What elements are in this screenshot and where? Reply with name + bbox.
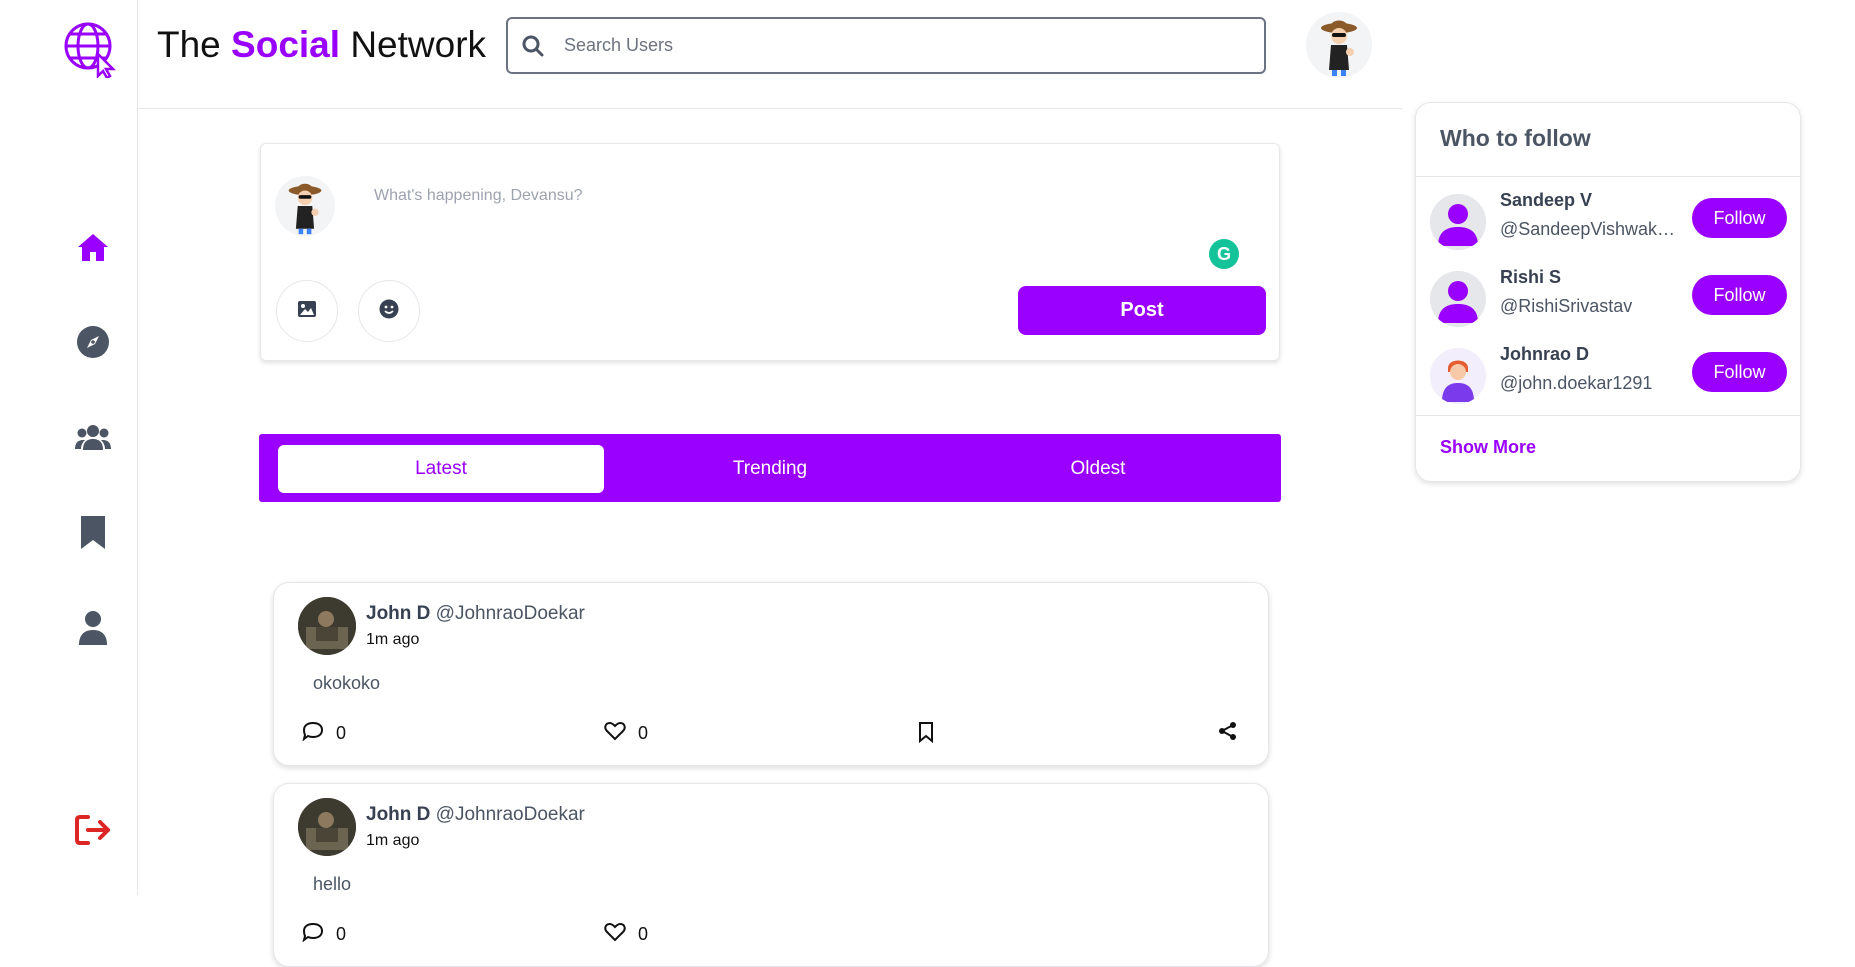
follow-button[interactable]: Follow — [1692, 198, 1787, 238]
like-count: 0 — [638, 924, 649, 944]
avatar[interactable] — [1430, 348, 1486, 404]
share-button[interactable] — [1218, 721, 1238, 746]
follow-user-handle[interactable]: @RishiSrivastav — [1500, 296, 1682, 317]
post-author-name[interactable]: John D — [366, 603, 430, 624]
top-header: The Social Network — [138, 0, 1402, 109]
bookmark-icon — [918, 721, 934, 748]
compose-input[interactable]: What's happening, Devansu? — [374, 187, 583, 205]
comment-icon — [302, 721, 324, 746]
brand-suffix: Network — [350, 24, 487, 65]
who-to-follow-panel: Who to follow Sandeep V @SandeepVishwaka… — [1415, 102, 1801, 482]
like-count: 0 — [638, 723, 649, 743]
search-bar — [506, 17, 1266, 74]
avatar[interactable] — [298, 798, 356, 856]
brand-prefix: The — [157, 24, 221, 65]
avatar[interactable] — [298, 597, 356, 655]
avatar[interactable] — [1430, 271, 1486, 327]
follow-user-name[interactable]: Johnrao D — [1500, 344, 1589, 365]
feed-tabs: Latest Trending Oldest — [259, 434, 1281, 502]
follow-button[interactable]: Follow — [1692, 275, 1787, 315]
logout-icon[interactable] — [73, 810, 113, 850]
users-icon[interactable] — [73, 417, 113, 457]
follow-user-handle[interactable]: @SandeepVishwakarma — [1500, 219, 1682, 240]
home-icon[interactable] — [73, 227, 113, 267]
tab-oldest[interactable]: Oldest — [935, 445, 1261, 493]
follow-button[interactable]: Follow — [1692, 352, 1787, 392]
follow-suggestion: Sandeep V @SandeepVishwakarma Follow — [1430, 188, 1794, 250]
show-more-link[interactable]: Show More — [1440, 437, 1536, 458]
comment-button[interactable]: 0 — [302, 721, 346, 746]
globe-cursor-icon[interactable] — [62, 20, 120, 80]
follow-suggestion: Johnrao D @john.doekar1291 Follow — [1430, 342, 1794, 404]
bookmark-icon[interactable] — [73, 512, 113, 552]
tab-latest[interactable]: Latest — [278, 445, 604, 493]
avatar — [275, 176, 335, 236]
brand-highlight: Social — [231, 24, 341, 65]
image-upload-button[interactable] — [276, 280, 338, 342]
like-button[interactable]: 0 — [604, 922, 648, 947]
follow-user-name[interactable]: Rishi S — [1500, 267, 1561, 288]
sidebar — [0, 0, 138, 895]
share-icon — [1218, 721, 1238, 746]
post-text: okokoko — [313, 673, 381, 693]
comment-button[interactable]: 0 — [302, 922, 346, 947]
post-author-handle[interactable]: @JohnraoDoekar — [436, 804, 585, 825]
explore-compass-icon[interactable] — [73, 322, 113, 362]
post-timestamp: 1m ago — [366, 631, 420, 648]
avatar[interactable] — [1430, 194, 1486, 250]
bookmark-post-button[interactable] — [918, 721, 934, 748]
comment-icon — [302, 922, 324, 947]
post-author[interactable]: John D @JohnraoDoekar — [366, 603, 585, 625]
post-author-name[interactable]: John D — [366, 804, 430, 825]
brand-title: The Social Network — [157, 24, 486, 66]
post-author-handle[interactable]: @JohnraoDoekar — [436, 603, 585, 624]
search-icon — [522, 35, 544, 57]
follow-user-name[interactable]: Sandeep V — [1500, 190, 1592, 211]
post-timestamp: 1m ago — [366, 832, 420, 849]
post-text: hello — [313, 874, 352, 894]
divider — [1416, 415, 1800, 416]
post-author[interactable]: John D @JohnraoDoekar — [366, 804, 585, 826]
emoji-button[interactable] — [358, 280, 420, 342]
smiley-icon — [379, 299, 399, 324]
comment-count: 0 — [336, 924, 347, 944]
who-to-follow-title: Who to follow — [1440, 125, 1591, 151]
tab-trending[interactable]: Trending — [607, 445, 933, 493]
heart-icon — [604, 922, 626, 947]
post-card: John D @JohnraoDoekar 1m ago okokoko 0 0 — [273, 582, 1269, 766]
image-icon — [297, 300, 317, 323]
profile-icon[interactable] — [73, 608, 113, 648]
post-composer: What's happening, Devansu? G Post — [260, 143, 1280, 361]
follow-suggestion: Rishi S @RishiSrivastav Follow — [1430, 265, 1794, 327]
comment-count: 0 — [336, 723, 347, 743]
grammarly-icon[interactable]: G — [1209, 239, 1239, 269]
like-button[interactable]: 0 — [604, 721, 648, 746]
heart-icon — [604, 721, 626, 746]
post-card: John D @JohnraoDoekar 1m ago hello 0 0 — [273, 783, 1269, 967]
divider — [1416, 176, 1800, 177]
post-button[interactable]: Post — [1018, 286, 1266, 335]
search-input[interactable] — [564, 35, 1224, 56]
follow-user-handle[interactable]: @john.doekar1291 — [1500, 373, 1682, 394]
avatar[interactable] — [1306, 12, 1372, 78]
